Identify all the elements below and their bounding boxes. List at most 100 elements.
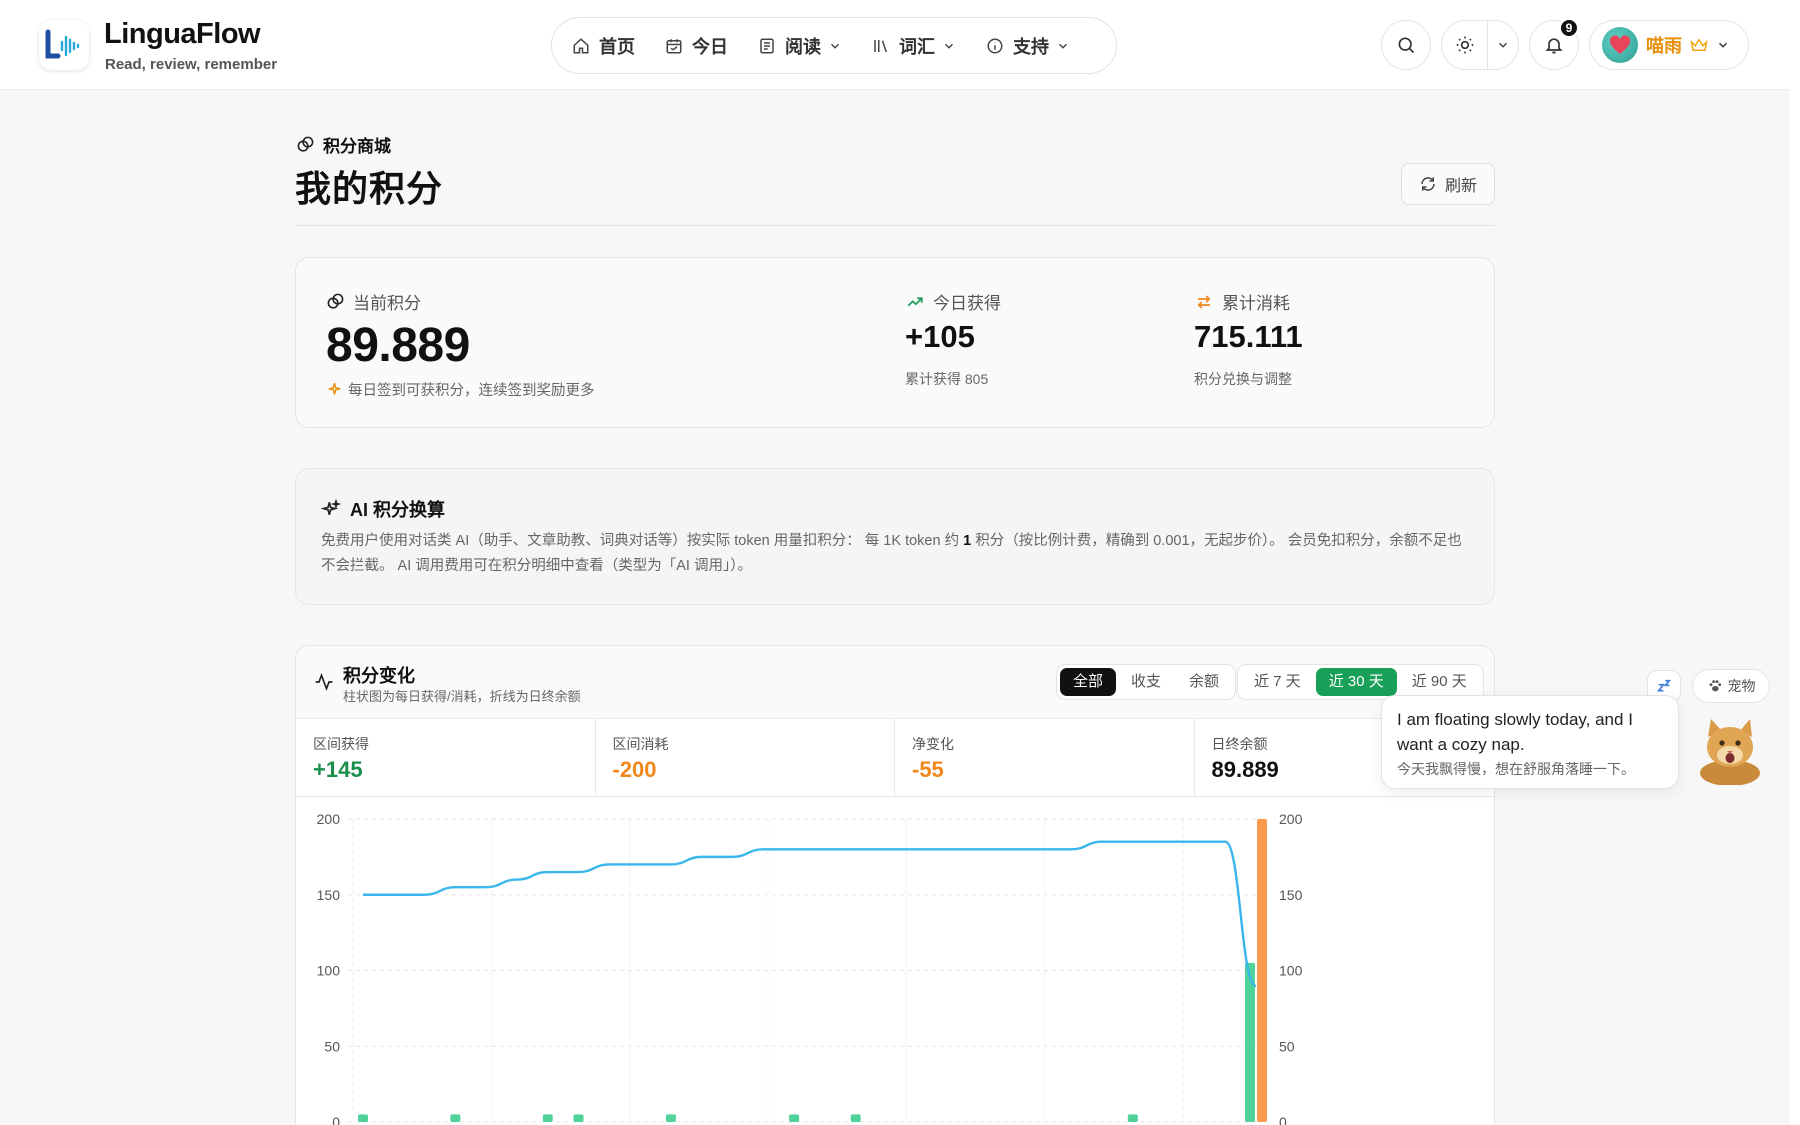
tab-30-days[interactable]: 近 30 天 — [1315, 668, 1397, 696]
chevron-down-icon — [831, 43, 839, 49]
metric-earned-value: +145 — [313, 757, 363, 782]
y-tick-left: 200 — [317, 811, 341, 827]
spent-bar — [1257, 819, 1267, 1122]
today-earned-label: 今日获得 — [905, 289, 1001, 314]
metric-net-label: 净变化 — [912, 736, 954, 752]
ai-points-card: AI 积分换算 免费用户使用对话类 AI（助手、文章助教、词典对话等）按实际 t… — [295, 468, 1495, 605]
chevron-down-icon — [945, 43, 953, 49]
y-tick-right: 50 — [1279, 1038, 1295, 1054]
activity-icon — [315, 672, 333, 692]
main-nav: 首页 今日 阅读 词汇 支持 — [551, 17, 1117, 74]
earned-bar — [789, 1114, 800, 1122]
page-title: 我的积分 — [295, 168, 444, 209]
trending-up-icon — [907, 296, 923, 306]
paw-icon — [1709, 680, 1721, 692]
total-spent-label: 累计消耗 — [1194, 289, 1290, 314]
refresh-label: 刷新 — [1444, 178, 1477, 195]
theme-sun-button[interactable] — [1442, 35, 1487, 55]
calendar-icon — [666, 38, 682, 53]
tab-balance[interactable]: 余额 — [1176, 668, 1232, 696]
chart-title: 积分变化 — [343, 666, 415, 686]
earned-bar — [450, 1114, 461, 1122]
nav-home[interactable]: 首页 — [572, 33, 635, 59]
app-name: LinguaFlow — [104, 18, 261, 50]
current-points-value: 89.889 — [326, 319, 470, 372]
earned-bar — [542, 1114, 553, 1122]
chart-mode-tabs: 全部 收支 余额 — [1056, 664, 1237, 700]
coins-icon — [327, 293, 344, 309]
spent-note-text: 积分兑换与调整 — [1194, 371, 1292, 387]
ai-body-part: 免费用户使用对话类 AI（助手、文章助教、词典对话等）按实际 token 用量扣… — [321, 533, 964, 549]
nav-support[interactable]: 支持 — [986, 33, 1070, 59]
sparkles-icon — [321, 499, 341, 516]
pet-speech-bubble: I am floating slowly today, and I want a… — [1381, 695, 1679, 789]
earned-bar — [1127, 1114, 1138, 1122]
heart-icon — [1609, 35, 1631, 55]
total-spent-label-text: 累计消耗 — [1222, 294, 1290, 313]
metric-spent-value: -200 — [612, 757, 657, 782]
coins-icon — [297, 136, 314, 152]
metric-spent: 区间消耗 -200 — [596, 719, 895, 797]
avatar — [1602, 27, 1638, 63]
search-button[interactable] — [1381, 20, 1431, 70]
chart-metrics: 区间获得 +145 区间消耗 -200 净变化 -55 日终余额 89.889 — [296, 719, 1494, 797]
chevron-down-icon — [1719, 42, 1727, 48]
chart-header: 积分变化 柱状图为每日获得/消耗，折线为日终余额 全部 收支 余额 近 7 天 … — [296, 646, 1494, 719]
nav-support-label: 支持 — [1013, 36, 1049, 57]
earned-bar — [1245, 962, 1255, 1122]
total-earned-text: 累计获得 805 — [905, 371, 989, 387]
user-menu-button[interactable]: 喵雨 — [1589, 20, 1749, 70]
theme-toggle[interactable] — [1441, 20, 1519, 70]
nav-today[interactable]: 今日 — [665, 33, 728, 59]
today-earned-value: +105 — [905, 319, 975, 354]
top-header: LinguaFlow Read, review, remember 首页 今日 … — [0, 0, 1790, 90]
y-tick-left: 100 — [317, 963, 341, 979]
search-icon — [1398, 37, 1415, 54]
refresh-button[interactable]: 刷新 — [1401, 163, 1495, 205]
nav-home-label: 首页 — [599, 36, 635, 57]
metric-spent-label: 区间消耗 — [612, 736, 669, 752]
y-tick-right: 150 — [1279, 887, 1303, 903]
sun-icon — [1456, 36, 1474, 54]
metric-balance-value: 89.889 — [1211, 757, 1279, 782]
chart-subtitle: 柱状图为每日获得/消耗，折线为日终余额 — [343, 689, 581, 704]
tab-7-days[interactable]: 近 7 天 — [1241, 668, 1314, 696]
nav-vocab-label: 词汇 — [899, 36, 935, 57]
ai-card-title-text: AI 积分换算 — [350, 500, 446, 520]
checkin-hint-text: 每日签到可获积分，连续签到奖励更多 — [348, 383, 595, 399]
crown-icon — [1690, 38, 1708, 51]
theme-dropdown[interactable] — [1488, 38, 1518, 52]
notification-count-badge: 9 — [1559, 18, 1579, 38]
page-scrollbar[interactable] — [1790, 0, 1800, 1125]
earned-bar — [358, 1114, 368, 1122]
nav-vocab[interactable]: 词汇 — [872, 33, 956, 59]
total-spent-value: 715.111 — [1194, 319, 1303, 354]
chevron-down-icon — [1059, 43, 1067, 49]
earned-bar — [665, 1114, 676, 1122]
points-chart: 200 200 150 150 100 100 50 50 0 0 — [317, 811, 1303, 1125]
tab-all[interactable]: 全部 — [1060, 668, 1117, 696]
home-icon — [573, 37, 589, 53]
checkin-hint: 每日签到可获积分，连续签到奖励更多 — [326, 379, 595, 400]
today-earned-label-text: 今日获得 — [933, 294, 1001, 313]
nav-reading[interactable]: 阅读 — [758, 33, 842, 59]
tab-90-days[interactable]: 近 90 天 — [1399, 668, 1480, 696]
pet-cat-image[interactable] — [1692, 715, 1764, 785]
bell-icon — [1545, 38, 1563, 54]
points-chart-card: 积分变化 柱状图为每日获得/消耗，折线为日终余额 全部 收支 余额 近 7 天 … — [295, 645, 1495, 1125]
book-icon — [760, 38, 774, 53]
pet-button[interactable]: 宠物 — [1692, 669, 1770, 703]
y-tick-right: 0 — [1279, 1114, 1287, 1125]
breadcrumb: 积分商城 — [296, 132, 391, 157]
swap-icon — [1197, 294, 1211, 309]
pet-message-zh: 今天我飘得慢，想在舒服角落睡一下。 — [1397, 761, 1635, 777]
tab-income-expense[interactable]: 收支 — [1118, 668, 1174, 696]
metric-balance-label: 日终余额 — [1211, 736, 1268, 752]
earned-bar — [850, 1114, 861, 1122]
pet-message-en: I am floating slowly today, and I want a… — [1397, 710, 1633, 754]
metric-net: 净变化 -55 — [895, 719, 1195, 797]
balance-line — [363, 840, 1257, 988]
app-logo[interactable] — [39, 20, 89, 70]
info-icon — [987, 38, 1003, 53]
nav-today-label: 今日 — [692, 36, 728, 57]
